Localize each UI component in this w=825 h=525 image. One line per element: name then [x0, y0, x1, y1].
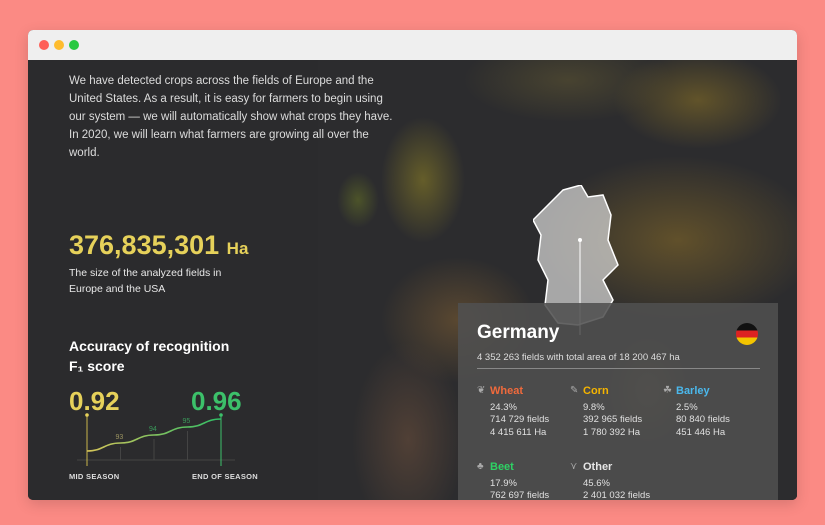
chart-point-label: 95	[183, 418, 191, 425]
crop-name: Beet	[490, 461, 514, 473]
title-bar	[28, 30, 797, 60]
crop-fields: 2 401 032 fields	[583, 490, 651, 500]
crop-area: 4 415 611 Ha	[490, 426, 547, 438]
corn-icon: ✎	[570, 385, 579, 396]
end-season-label: END OF SEASON	[192, 472, 258, 481]
close-button[interactable]	[39, 40, 49, 50]
crop-name: Corn	[583, 385, 609, 397]
maximize-button[interactable]	[69, 40, 79, 50]
crop-fields: 80 840 fields	[676, 414, 730, 425]
crop-percent: 45.6%	[583, 477, 610, 489]
crop-fields: 714 729 fields	[490, 414, 550, 425]
page-content: We have detected crops across the fields…	[28, 60, 797, 500]
crop-other: ⋎ Other 45.6% 2 401 032 fields 8 302 831…	[570, 461, 670, 500]
crop-percent: 9.8%	[583, 401, 605, 413]
crop-wheat: ❦ Wheat 24.3% 714 729 fields 4 415 611 H…	[477, 385, 577, 439]
germany-flag-icon	[736, 323, 758, 345]
divider	[477, 368, 760, 369]
chart-point-label: 94	[149, 426, 157, 433]
crop-corn: ✎ Corn 9.8% 392 965 fields 1 780 392 Ha	[570, 385, 670, 439]
crop-beet: ♣ Beet 17.9% 762 697 fields 3 250 187 Ha	[477, 461, 577, 500]
crop-name: Barley	[676, 385, 710, 397]
chart-point-label: 93	[116, 434, 124, 441]
crop-name: Other	[583, 461, 613, 473]
grass-icon: ⋎	[570, 461, 578, 472]
end-season-dot	[219, 413, 223, 417]
crop-percent: 24.3%	[490, 401, 517, 413]
crop-fields: 392 965 fields	[583, 414, 643, 425]
country-panel: Germany 4 352 263 fields with total area…	[458, 303, 778, 500]
accuracy-chart: 93 94 95	[77, 413, 235, 466]
crop-fields: 762 697 fields	[490, 490, 550, 500]
crop-name: Wheat	[490, 385, 523, 397]
barley-icon: ☘	[663, 385, 672, 396]
crop-barley: ☘ Barley 2.5% 80 840 fields 451 446 Ha	[663, 385, 763, 439]
mid-season-label: MID SEASON	[69, 472, 120, 481]
crop-percent: 17.9%	[490, 477, 517, 489]
wheat-icon: ❦	[477, 385, 486, 396]
crop-percent: 2.5%	[676, 401, 698, 413]
browser-window: We have detected crops across the fields…	[28, 30, 797, 500]
crop-area: 1 780 392 Ha	[583, 426, 641, 438]
country-name: Germany	[477, 322, 560, 343]
minimize-button[interactable]	[54, 40, 64, 50]
crop-area: 451 446 Ha	[676, 426, 726, 438]
mid-season-dot	[85, 413, 89, 417]
country-summary: 4 352 263 fields with total area of 18 2…	[477, 352, 680, 363]
beet-icon: ♣	[477, 461, 484, 472]
